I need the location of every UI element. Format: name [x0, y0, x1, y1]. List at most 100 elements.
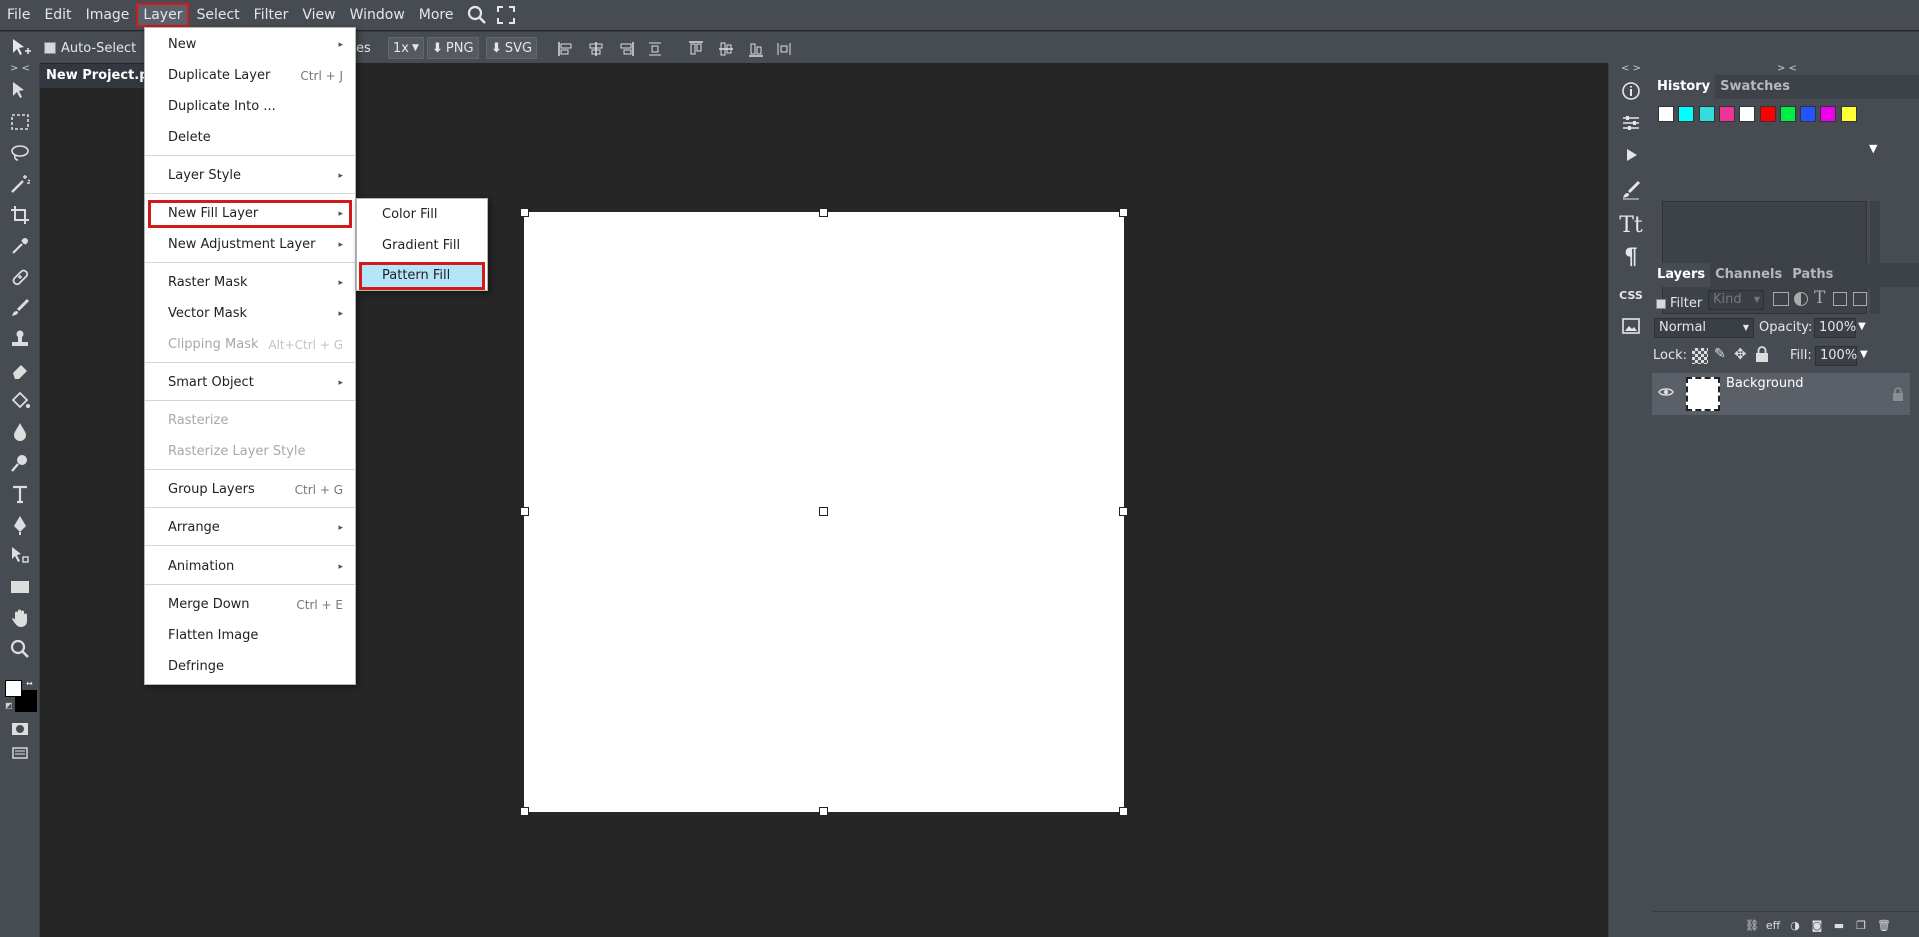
menu-file[interactable]: File: [0, 3, 37, 27]
menu-item-rasterize[interactable]: Rasterize: [145, 407, 355, 435]
scale-dropdown[interactable]: 1x ▼: [388, 37, 424, 59]
transform-handle[interactable]: [819, 208, 828, 217]
history-scrollbar[interactable]: [1870, 201, 1880, 314]
new-layer-icon[interactable]: ❐: [1853, 917, 1869, 933]
lock-brush-icon[interactable]: ✎: [1714, 346, 1726, 362]
color-swatch[interactable]: [1678, 106, 1695, 122]
fill-dropdown-icon[interactable]: ▼: [1860, 349, 1868, 360]
add-mask-icon[interactable]: ◙: [1809, 917, 1825, 933]
color-swatch[interactable]: [1658, 106, 1674, 122]
transform-center[interactable]: [819, 507, 828, 516]
lock-all-icon[interactable]: [1755, 346, 1769, 366]
menu-edit[interactable]: Edit: [37, 3, 78, 27]
eye-icon[interactable]: [1658, 386, 1674, 402]
submenu-item-pattern-fill[interactable]: Pattern Fill: [359, 262, 485, 290]
info-icon[interactable]: [1617, 77, 1645, 105]
filter-adjust-icon[interactable]: [1794, 292, 1808, 306]
tab-swatches[interactable]: Swatches: [1715, 75, 1795, 99]
path-select-icon[interactable]: [6, 542, 34, 570]
opacity-input[interactable]: 100%: [1814, 318, 1856, 338]
kind-select[interactable]: Kind ▼: [1708, 290, 1764, 310]
export-png-button[interactable]: ⬇ PNG: [427, 37, 479, 59]
delete-layer-icon[interactable]: 🗑: [1876, 917, 1892, 933]
dodge-tool-icon[interactable]: [6, 449, 34, 477]
transform-handle[interactable]: [520, 807, 529, 816]
color-swatch[interactable]: [1739, 106, 1756, 122]
filter-shape-icon[interactable]: [1833, 292, 1847, 306]
healing-brush-icon[interactable]: [6, 263, 34, 291]
opacity-dropdown-icon[interactable]: ▼: [1858, 321, 1866, 332]
menu-item-new-adjustment-layer[interactable]: New Adjustment Layer ▸: [145, 231, 355, 259]
menu-window[interactable]: Window: [343, 3, 412, 27]
export-svg-button[interactable]: ⬇ SVG: [486, 37, 538, 59]
menu-item-new-fill-layer[interactable]: New Fill Layer ▸: [148, 200, 352, 228]
align-center-h-icon[interactable]: [588, 41, 604, 57]
document-canvas[interactable]: [520, 208, 1128, 816]
auto-select-checkbox[interactable]: Auto-Select: [44, 32, 136, 64]
distribute-h-icon[interactable]: [647, 41, 663, 57]
layer-thumbnail[interactable]: [1686, 377, 1720, 411]
rectangle-tool-icon[interactable]: [6, 573, 34, 601]
foreground-color-swatch[interactable]: [5, 680, 22, 697]
transform-handle[interactable]: [520, 208, 529, 217]
swap-colors-icon[interactable]: ↔: [26, 679, 33, 688]
align-right-icon[interactable]: [618, 41, 634, 57]
panel-menu-icon[interactable]: ▼: [1869, 142, 1877, 155]
filter-smart-icon[interactable]: [1853, 292, 1867, 306]
color-swatch[interactable]: [1759, 106, 1776, 122]
image-panel-icon[interactable]: [1617, 312, 1645, 340]
align-middle-v-icon[interactable]: [718, 41, 734, 57]
menu-view[interactable]: View: [295, 3, 342, 27]
menu-item-duplicate-into[interactable]: Duplicate Into ...: [145, 93, 355, 121]
transform-handle[interactable]: [819, 807, 828, 816]
brush-tool-icon[interactable]: [6, 294, 34, 322]
menu-item-layer-style[interactable]: Layer Style ▸: [145, 162, 355, 190]
transform-handle[interactable]: [1119, 507, 1128, 516]
tab-layers[interactable]: Layers: [1652, 263, 1711, 287]
pen-tool-icon[interactable]: [6, 511, 34, 539]
screen-mode-icon[interactable]: [6, 739, 34, 767]
menu-layer[interactable]: Layer: [136, 3, 190, 27]
magic-wand-icon[interactable]: [6, 170, 34, 198]
layer-effects-icon[interactable]: eff: [1765, 917, 1781, 933]
color-swatch[interactable]: [1698, 106, 1715, 122]
css-panel-icon[interactable]: CSS: [1617, 281, 1645, 309]
menu-item-arrange[interactable]: Arrange ▸: [145, 514, 355, 542]
transform-handle[interactable]: [1119, 208, 1128, 217]
marquee-tool-icon[interactable]: [6, 108, 34, 136]
transform-handle[interactable]: [520, 507, 529, 516]
brush-settings-icon[interactable]: [1617, 176, 1645, 204]
add-adjustment-icon[interactable]: ◑: [1787, 917, 1803, 933]
transform-handle[interactable]: [1119, 807, 1128, 816]
align-bottom-icon[interactable]: [748, 41, 764, 57]
hand-tool-icon[interactable]: [6, 604, 34, 632]
submenu-item-gradient-fill[interactable]: Gradient Fill: [359, 232, 485, 260]
search-icon[interactable]: [464, 2, 490, 28]
link-layers-icon[interactable]: ⛓: [1744, 917, 1760, 933]
collapse-panel-icon[interactable]: > <: [10, 63, 30, 74]
menu-item-raster-mask[interactable]: Raster Mask ▸: [145, 269, 355, 297]
fill-input[interactable]: 100%: [1815, 346, 1857, 366]
tab-paths[interactable]: Paths: [1787, 263, 1838, 287]
color-swatch[interactable]: [1718, 106, 1735, 122]
paragraph-panel-icon[interactable]: ¶: [1617, 243, 1645, 271]
play-actions-icon[interactable]: [1617, 141, 1645, 169]
collapse-panel-icon[interactable]: < >: [1621, 63, 1641, 74]
layer-row[interactable]: Background: [1652, 373, 1910, 415]
color-swatch[interactable]: [1800, 106, 1817, 122]
collapse-panel-icon[interactable]: > <: [1777, 63, 1797, 74]
color-swatch[interactable]: [1820, 106, 1837, 122]
filter-pixel-icon[interactable]: [1773, 292, 1789, 306]
lock-transparency-icon[interactable]: [1692, 348, 1708, 364]
menu-item-flatten-image[interactable]: Flatten Image: [145, 622, 355, 650]
submenu-item-color-fill[interactable]: Color Fill: [359, 201, 485, 229]
default-colors-icon[interactable]: ◩: [5, 701, 13, 710]
zoom-tool-icon[interactable]: [6, 635, 34, 663]
distribute-v-icon[interactable]: [776, 41, 792, 57]
menu-item-vector-mask[interactable]: Vector Mask ▸: [145, 300, 355, 328]
checkbox-box[interactable]: [44, 42, 56, 54]
blur-tool-icon[interactable]: [6, 418, 34, 446]
new-group-icon[interactable]: ▬: [1831, 917, 1847, 933]
color-swatch[interactable]: [1779, 106, 1796, 122]
crop-tool-icon[interactable]: [6, 201, 34, 229]
